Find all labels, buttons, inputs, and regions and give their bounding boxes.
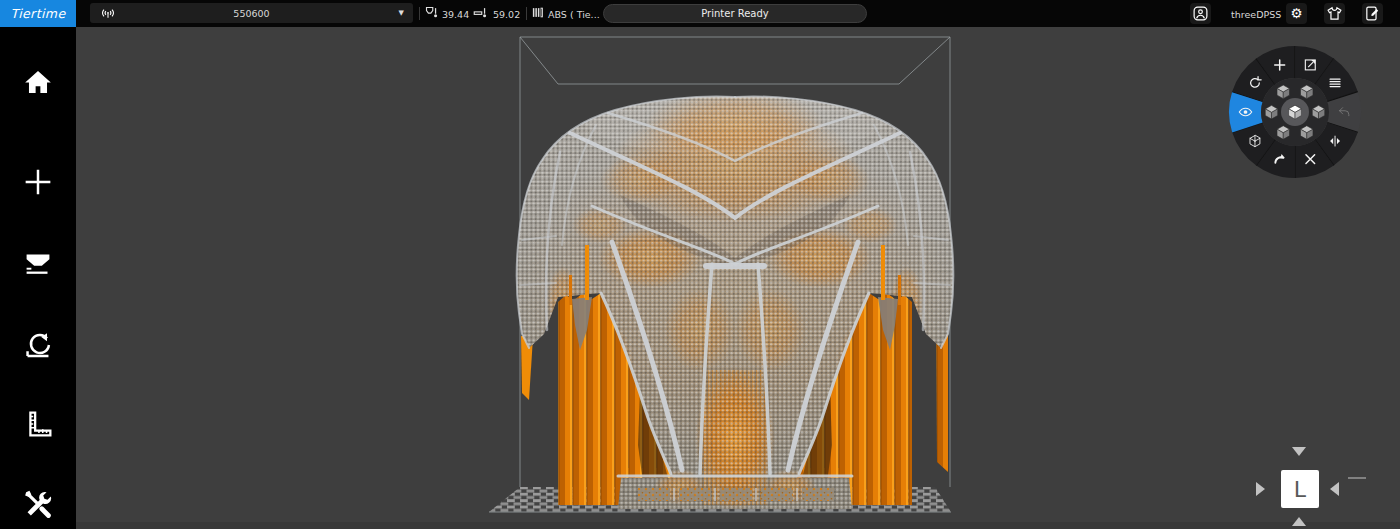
brand-logo[interactable]: Tiertime: [0, 0, 76, 27]
sidebar-item-measure[interactable]: [0, 397, 76, 453]
helmet-shell: [420, 80, 1060, 520]
user-icon: [1192, 5, 1209, 22]
svg-text:⚙: ⚙: [1290, 6, 1302, 21]
rotate-left-arrow[interactable]: [1330, 482, 1339, 496]
bottom-strip: [76, 522, 1400, 529]
rotate-down-arrow[interactable]: [1292, 447, 1306, 456]
divider: [526, 7, 527, 20]
chin-ornaments: [638, 488, 834, 501]
gear-icon: ⚙: [1287, 4, 1306, 23]
bed-temp-value: 59.02: [493, 9, 520, 20]
chevron-down-icon: ▼: [399, 9, 404, 17]
notes-button[interactable]: [1362, 3, 1383, 24]
settings-button[interactable]: ⚙: [1286, 3, 1307, 24]
rotate-up-arrow[interactable]: [1292, 517, 1306, 526]
nozzle-temp-icon: [424, 5, 439, 20]
sidebar-item-tools[interactable]: [0, 477, 76, 529]
sidebar-item-print[interactable]: [0, 235, 76, 291]
extruder-icon: [19, 244, 57, 282]
printer-id: 550600: [90, 8, 413, 19]
home-icon: [19, 63, 57, 101]
sidebar-item-add[interactable]: [0, 154, 76, 210]
sidebar: [0, 27, 76, 529]
plus-icon: [19, 163, 57, 201]
bed-temp-icon: [473, 5, 488, 20]
tools-icon: [19, 486, 57, 524]
view-radial-menu[interactable]: [1227, 44, 1363, 180]
divider: [419, 7, 420, 20]
view-cube-label: L: [1294, 477, 1306, 502]
nozzle-temp-value: 39.44: [442, 9, 469, 20]
viewport-3d[interactable]: L: [76, 27, 1400, 529]
ruler-icon: [19, 406, 57, 444]
document-edit-icon: [1364, 5, 1381, 22]
printer-selector[interactable]: 550600 ▼: [90, 3, 413, 23]
shop-button[interactable]: [1324, 3, 1345, 24]
sidebar-item-rotate[interactable]: [0, 317, 76, 373]
spool-icon: [531, 5, 546, 20]
material-label: ABS ( Tie...: [548, 9, 600, 20]
sidebar-item-home[interactable]: [0, 54, 76, 110]
rotate-icon: [19, 326, 57, 364]
tshirt-icon: [1326, 5, 1343, 22]
user-button[interactable]: [1190, 3, 1211, 24]
top-bar: Tiertime 550600 ▼ 39.44 59.02 ABS ( Tie.…: [0, 0, 1400, 27]
account-label: threeDPSS: [1231, 9, 1281, 20]
view-cube[interactable]: L: [1281, 470, 1319, 508]
rotate-right-arrow[interactable]: [1256, 482, 1265, 496]
model-3d-helmet[interactable]: [76, 27, 1400, 529]
printer-status: Printer Ready: [603, 4, 867, 23]
